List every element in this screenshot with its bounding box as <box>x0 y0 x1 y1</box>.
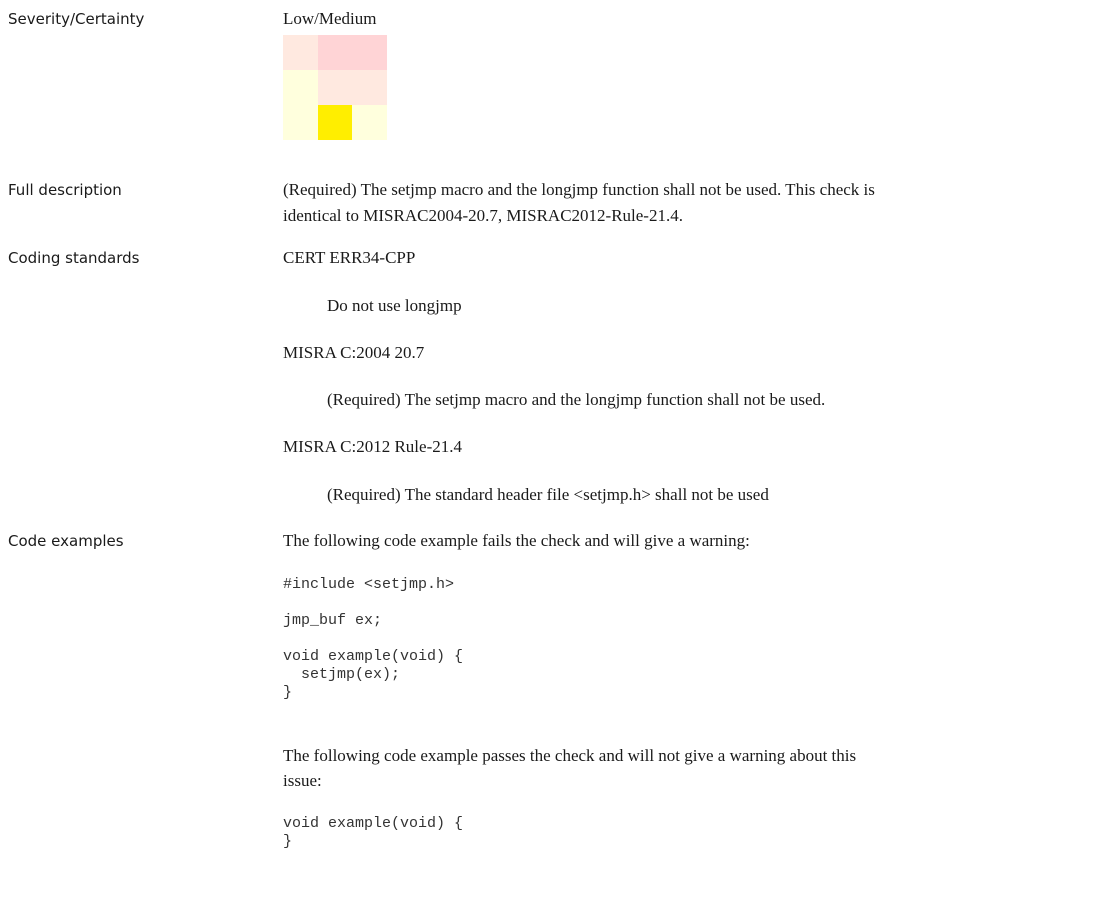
standard-text: (Required) The standard header file <set… <box>327 485 769 504</box>
fail-code-block: #include <setjmp.h> jmp_buf ex; void exa… <box>283 576 464 701</box>
matrix-cell <box>283 105 318 140</box>
matrix-cell <box>317 35 353 70</box>
matrix-cell <box>352 105 387 140</box>
examples-label: Code examples <box>8 532 124 550</box>
matrix-cell <box>317 105 353 140</box>
standard-text: Do not use longjmp <box>327 296 462 315</box>
severity-value: Low/Medium <box>283 9 377 28</box>
severity-label: Severity/Certainty <box>8 10 145 28</box>
matrix-cell <box>317 70 353 105</box>
standards-label: Coding standards <box>8 249 140 267</box>
standard-name: MISRA C:2012 Rule-21.4 <box>283 437 462 456</box>
description-line-1: (Required) The setjmp macro and the long… <box>283 180 875 199</box>
pass-example-intro-line-1: The following code example passes the ch… <box>283 746 857 765</box>
pass-example-intro-line-2: issue: <box>283 771 322 790</box>
fail-example-intro: The following code example fails the che… <box>283 531 750 550</box>
matrix-cell <box>283 35 318 70</box>
severity-certainty-matrix <box>283 35 387 140</box>
standard-name: CERT ERR34-CPP <box>283 248 416 267</box>
matrix-cell <box>283 70 318 105</box>
description-line-2: identical to MISRAC2004-20.7, MISRAC2012… <box>283 206 683 225</box>
matrix-cell <box>352 70 387 105</box>
standard-name: MISRA C:2004 20.7 <box>283 343 425 362</box>
matrix-cell <box>352 35 387 70</box>
standard-text: (Required) The setjmp macro and the long… <box>327 390 826 409</box>
description-label: Full description <box>8 181 122 199</box>
pass-code-block: void example(void) { } <box>283 815 464 850</box>
